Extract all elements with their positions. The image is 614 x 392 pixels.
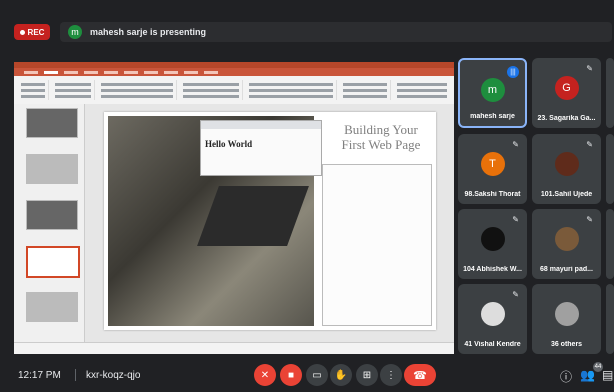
mic-off-icon: ✎ (586, 64, 593, 73)
people-count-badge: 44 (593, 362, 603, 372)
clock-time: 12:17 PM (18, 370, 61, 381)
leave-call-button[interactable]: ☎ (404, 364, 436, 386)
raise-hand-button[interactable]: ✋ (330, 364, 352, 386)
camera-off-icon: ■ (287, 369, 295, 381)
powerpoint-ribbon (14, 76, 454, 105)
participant-name: 68 mayuri pad... (540, 266, 593, 273)
avatar (554, 152, 579, 176)
slide-thumbnail (26, 154, 78, 184)
participant-tile[interactable]: ||| m mahesh sarje (458, 58, 527, 128)
participant-name: 98.Sakshi Thorat (464, 191, 521, 198)
hand-icon: ✋ (334, 369, 348, 381)
participant-name: 104 Abhishek W... (463, 266, 522, 273)
slide-title: Building Your First Web Page (341, 122, 421, 152)
mic-off-icon: ✎ (586, 215, 593, 224)
slide-canvas: Hello World Building Your First Web Page (104, 112, 436, 330)
participant-tile[interactable]: ✎ 101.Sahil Ujede (532, 134, 601, 204)
divider (75, 369, 76, 381)
avatar: G (554, 76, 579, 100)
bottom-bar: 12:17 PM kxr-koqz-qjo ✕ ■ ▭ ✋ ⊞ ⋮ ☎ ⓘ 👥 … (0, 356, 614, 392)
captions-button[interactable]: ▭ (306, 364, 328, 386)
avatar-group (554, 302, 579, 326)
avatar: T (480, 152, 505, 176)
participant-tile-partial (606, 284, 614, 354)
participant-tile-others[interactable]: 36 others (532, 284, 601, 354)
mic-off-icon: ✎ (512, 215, 519, 224)
participant-tile-partial (606, 209, 614, 279)
others-count: 36 others (550, 341, 583, 348)
participant-name: mahesh sarje (470, 113, 515, 120)
participant-name: 101.Sahil Ujede (540, 191, 593, 198)
more-vert-icon: ⋮ (386, 369, 396, 381)
slide-thumbnail-selected (26, 246, 80, 278)
participant-tile[interactable]: ✎ 68 mayuri pad... (532, 209, 601, 279)
avatar: m (480, 78, 505, 102)
more-options-button[interactable]: ⋮ (380, 364, 402, 386)
slide-photo: Hello World (108, 116, 322, 326)
participant-tile[interactable]: ✎ G 23. Sagarika Ga... (532, 58, 601, 128)
participant-tile[interactable]: ✎ T 98.Sakshi Thorat (458, 134, 527, 204)
code-box (322, 164, 432, 326)
powerpoint-statusbar (14, 342, 454, 354)
powerpoint-tabs (14, 68, 454, 76)
people-icon[interactable]: 👥 (580, 368, 595, 382)
info-icon[interactable]: ⓘ (560, 368, 572, 385)
participant-tile[interactable]: ✎ 104 Abhishek W... (458, 209, 527, 279)
recording-label: REC (27, 27, 45, 37)
slide-thumbnail (26, 108, 78, 138)
record-dot-icon (19, 29, 25, 35)
phone-hangup-icon: ☎ (413, 369, 427, 382)
top-bar: REC m mahesh sarje is presenting (0, 0, 614, 62)
shared-screen: Hello World Building Your First Web Page (14, 62, 454, 354)
avatar (554, 227, 579, 251)
speaking-icon: ||| (507, 66, 519, 78)
browser-heading: Hello World (205, 139, 253, 149)
present-button[interactable]: ⊞ (356, 364, 378, 386)
slide-thumbnail (26, 200, 78, 230)
avatar (480, 227, 505, 251)
powerpoint-workspace: Hello World Building Your First Web Page (14, 104, 454, 342)
participant-tile-partial (606, 134, 614, 204)
participant-name: 23. Sagarika Ga... (537, 115, 596, 122)
slide-thumbnail (26, 292, 78, 322)
mic-off-icon: ✎ (512, 140, 519, 149)
mic-off-icon: ✎ (586, 140, 593, 149)
participant-tile-partial (606, 58, 614, 128)
recording-indicator: REC (14, 24, 50, 40)
present-icon: ⊞ (362, 369, 372, 381)
mic-off-icon: ✕ (260, 369, 270, 381)
presenting-banner: m mahesh sarje is presenting (60, 22, 612, 42)
presenter-avatar: m (68, 25, 82, 39)
participant-tile[interactable]: ✎ 41 Vishal Kendre (458, 284, 527, 354)
mic-off-icon: ✎ (512, 290, 519, 299)
chat-icon[interactable]: ▤ (602, 368, 613, 382)
slide-thumbnails (14, 104, 85, 342)
participant-name: 41 Vishal Kendre (464, 341, 521, 348)
mic-toggle-button[interactable]: ✕ (254, 364, 276, 386)
captions-icon: ▭ (312, 369, 322, 381)
camera-toggle-button[interactable]: ■ (280, 364, 302, 386)
avatar (480, 302, 505, 326)
laptop-image (197, 186, 309, 246)
meeting-code: kxr-koqz-qjo (86, 370, 141, 381)
presenting-text: mahesh sarje is presenting (90, 27, 207, 37)
browser-screenshot: Hello World (200, 120, 322, 176)
